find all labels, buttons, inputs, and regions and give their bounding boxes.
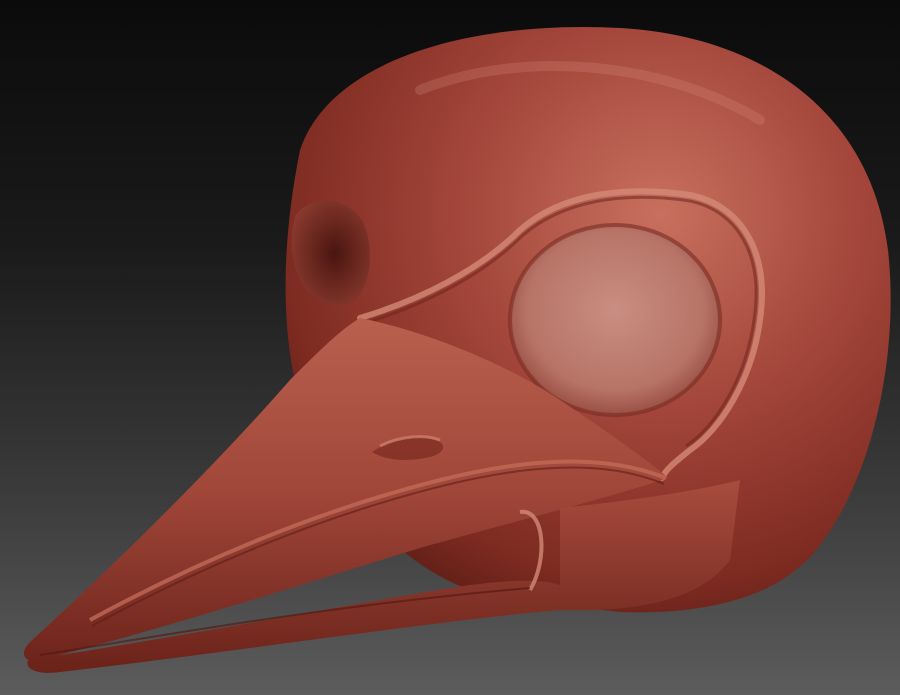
sculpt-viewport[interactable] [0,0,900,695]
sculpt-render [23,27,891,673]
